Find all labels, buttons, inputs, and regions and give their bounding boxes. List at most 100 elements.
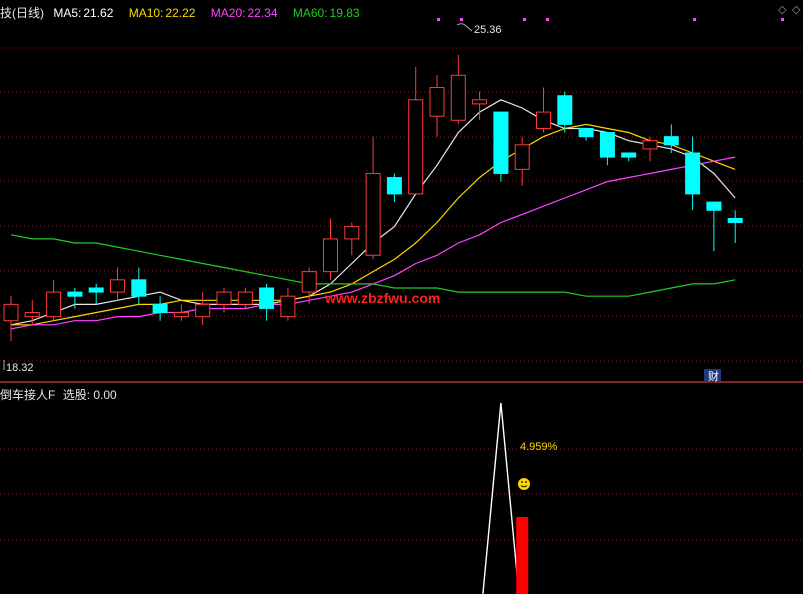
candle xyxy=(46,279,62,321)
candle-body-down xyxy=(663,136,679,146)
stock-chart: 25.36 18.32 www.zbzfwu.com 财 4.959% xyxy=(0,18,803,594)
candle xyxy=(536,87,551,133)
candle-body-up xyxy=(536,111,551,129)
ma10-label: MA10: xyxy=(128,6,164,20)
candle xyxy=(237,288,253,309)
price-marks xyxy=(437,18,784,21)
stock-title: 技(日线) xyxy=(0,6,44,20)
candle xyxy=(578,127,594,141)
candle xyxy=(599,132,615,166)
candle-body-up xyxy=(472,99,488,105)
candle xyxy=(88,283,104,305)
candle xyxy=(408,67,424,195)
indicator-spike xyxy=(482,402,520,594)
candle xyxy=(621,152,637,162)
candle-body-up xyxy=(429,87,445,117)
candle-body-up xyxy=(24,312,40,318)
candle-body-up xyxy=(110,279,125,293)
ma60-legend: MA60: 19.83 xyxy=(293,6,366,20)
signal-dot xyxy=(781,18,784,21)
candle xyxy=(727,210,743,243)
candle-body-up xyxy=(173,312,189,318)
candle-body-down xyxy=(259,287,275,309)
candle xyxy=(131,267,147,305)
candle xyxy=(685,136,701,211)
indicator-name: 倒车接人F xyxy=(0,388,56,402)
signal-bar xyxy=(516,517,529,594)
low-price-label: 18.32 xyxy=(6,362,34,374)
candle xyxy=(493,111,509,182)
ma20-label: MA20: xyxy=(210,6,246,20)
candle-body-down xyxy=(152,303,168,314)
candle xyxy=(450,54,466,125)
finance-badge-label: 财 xyxy=(708,369,719,383)
candle-body-down xyxy=(621,152,637,158)
candle xyxy=(195,292,211,325)
candle-body-down xyxy=(578,127,594,138)
candle-body-down xyxy=(706,201,722,211)
percent-label: 4.959% xyxy=(520,441,558,453)
high-price-pointer xyxy=(456,23,473,32)
candle-body-up xyxy=(514,144,530,170)
signal-dot xyxy=(437,18,440,21)
candle xyxy=(67,288,83,309)
candle-body-up xyxy=(280,295,296,318)
candle xyxy=(429,75,445,137)
candle-body-down xyxy=(88,287,104,293)
candle xyxy=(173,304,189,321)
candle-body-up xyxy=(408,99,424,195)
candle-body-down xyxy=(727,217,743,224)
candle xyxy=(514,136,530,186)
main-chart-header: 技(日线) MA5: 21.62 MA10: 22.22 MA20: 22.34 MA… xyxy=(0,4,372,21)
diamond-right-icon[interactable]: ◇ xyxy=(792,3,800,16)
candle-body-up xyxy=(642,140,658,150)
ma20-legend: MA20: 22.34 xyxy=(211,6,287,20)
candle xyxy=(386,173,402,203)
high-price-label: 25.36 xyxy=(474,24,502,36)
indicator-pane xyxy=(482,402,529,594)
ma60-label: MA60: xyxy=(292,6,328,20)
smiley-icon xyxy=(518,478,530,490)
candle-body-up xyxy=(195,303,211,318)
candle-body-up xyxy=(216,291,232,305)
candle xyxy=(344,222,360,256)
candle-body-up xyxy=(323,238,338,273)
candle-body-up xyxy=(46,291,62,318)
candle-body-down xyxy=(685,152,701,195)
candle-body-up xyxy=(3,303,19,322)
candle xyxy=(152,296,168,321)
candle-body-down xyxy=(557,95,573,125)
candle xyxy=(280,288,296,321)
candle-body-up xyxy=(344,226,360,240)
select-value: 0.00 xyxy=(93,388,117,402)
candle xyxy=(323,218,338,280)
select-label: 选股: xyxy=(62,388,91,402)
candle xyxy=(3,296,19,342)
candle-body-up xyxy=(365,172,381,256)
ma20-value: 22.34 xyxy=(247,6,278,20)
indicator-header: 倒车接人F 选股: 0.00 xyxy=(0,386,117,403)
candle-body-up xyxy=(237,291,253,305)
candle-body-up xyxy=(450,74,466,121)
candle xyxy=(259,283,275,321)
candle xyxy=(110,267,125,301)
ma60-value: 19.83 xyxy=(329,6,360,20)
candle-body-down xyxy=(493,111,509,174)
candle-body-down xyxy=(386,177,402,195)
signal-dot xyxy=(546,18,549,21)
ma10-value: 22.22 xyxy=(165,6,196,20)
candle-body-down xyxy=(67,291,83,297)
candle xyxy=(663,124,679,153)
candle-body-up xyxy=(301,271,317,293)
signal-dot xyxy=(523,18,526,21)
ma5-value: 21.62 xyxy=(83,6,114,20)
signal-dot xyxy=(460,18,463,21)
candle xyxy=(365,136,381,260)
diamond-left-icon[interactable]: ◇ xyxy=(778,3,786,16)
candle xyxy=(706,201,722,252)
ma10-legend: MA10: 22.22 xyxy=(129,6,205,20)
ma5-label: MA5: xyxy=(53,6,82,20)
candle xyxy=(642,136,658,162)
candle-body-down xyxy=(599,132,615,158)
candle-body-down xyxy=(131,279,147,297)
